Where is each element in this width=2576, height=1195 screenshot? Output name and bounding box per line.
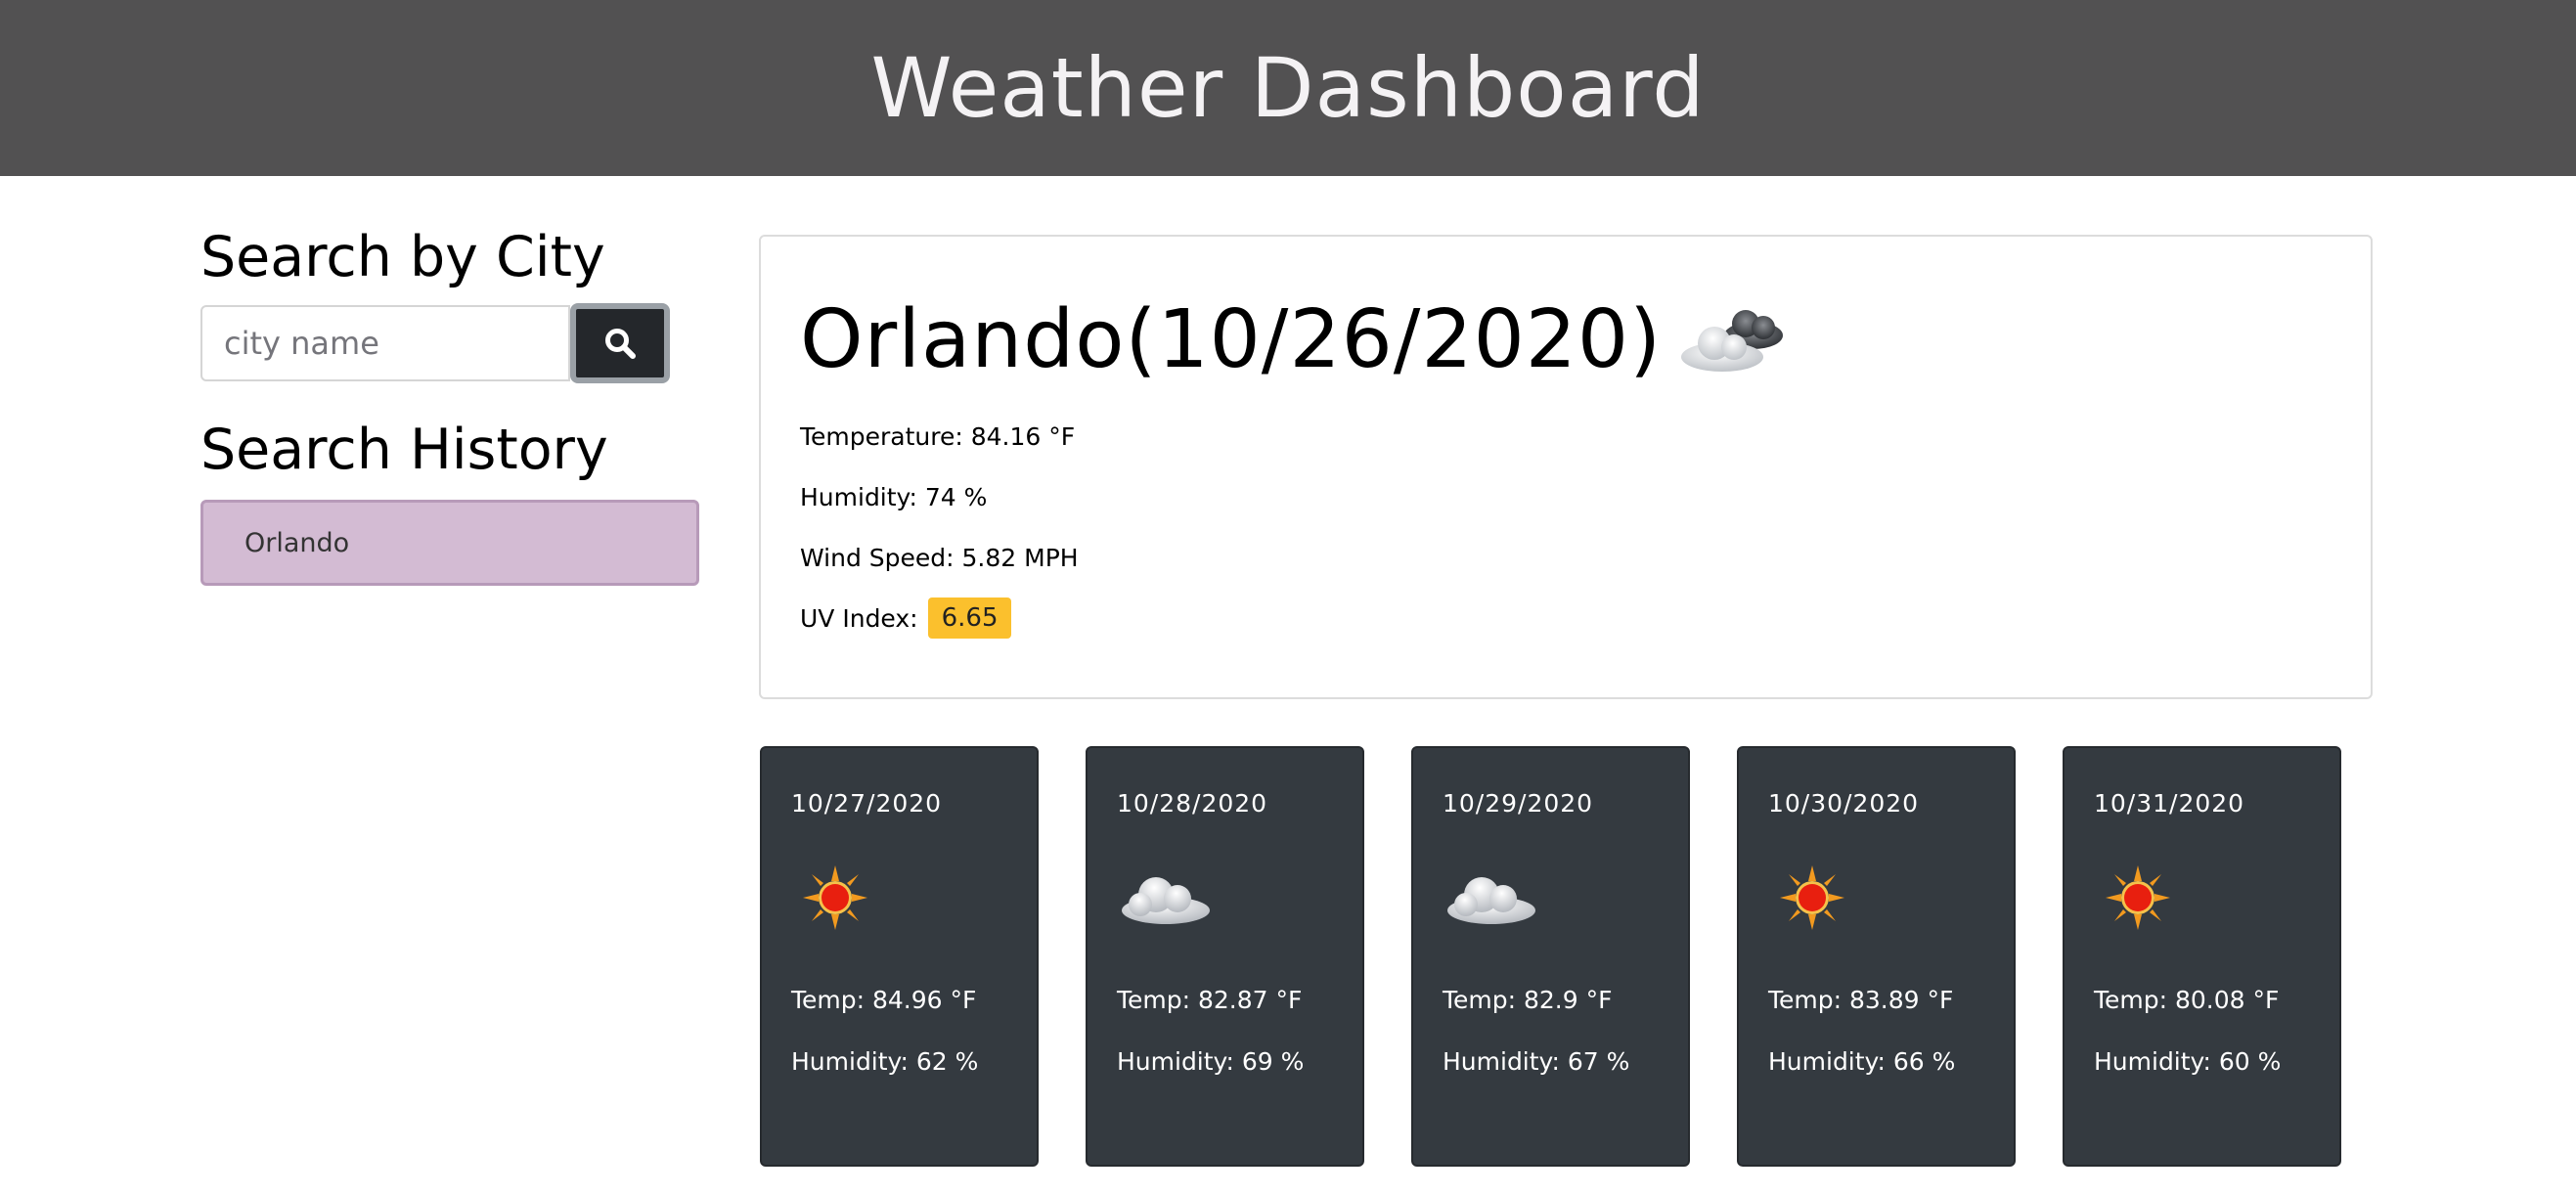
current-title-row: Orlando(10/26/2020) xyxy=(800,286,2371,393)
search-button[interactable] xyxy=(570,303,670,383)
forecast-date: 10/28/2020 xyxy=(1117,789,1268,818)
forecast-temp: Temp: 80.08 °F xyxy=(2094,986,2280,1014)
forecast-humidity: Humidity: 66 % xyxy=(1768,1047,1956,1076)
current-wind-speed: Wind Speed: 5.82 MPH xyxy=(800,543,1079,572)
forecast-humidity: Humidity: 69 % xyxy=(1117,1047,1305,1076)
forecast-temp: Temp: 84.96 °F xyxy=(791,986,977,1014)
forecast-card: 10/30/2020 Temp: 83.89 °F Humidity: 66 % xyxy=(1737,746,2016,1167)
history-item-orlando[interactable]: Orlando xyxy=(200,500,699,586)
forecast-date: 10/29/2020 xyxy=(1443,789,1594,818)
forecast-date: 10/31/2020 xyxy=(2094,789,2245,818)
sun-icon xyxy=(1780,865,1844,930)
cloud-icon xyxy=(1447,877,1535,924)
forecast-temp: Temp: 83.89 °F xyxy=(1768,986,1954,1014)
partly-cloudy-icon xyxy=(1675,300,1791,382)
forecast-card: 10/29/2020 Temp: 82.9 °F Humidity: 67 % xyxy=(1411,746,1690,1167)
forecast-card: 10/27/2020 Temp: 84.96 °F Humidity: 62 % xyxy=(760,746,1039,1167)
search-bar xyxy=(200,303,699,383)
current-weather-card: Orlando(10/26/2020) Temperature: 84.16 °… xyxy=(759,235,2373,699)
forecast-date: 10/30/2020 xyxy=(1768,789,1920,818)
search-sidebar: Search by City Search History Orlando xyxy=(200,230,699,586)
forecast-card: 10/31/2020 Temp: 80.08 °F Humidity: 60 % xyxy=(2063,746,2341,1167)
page-title: Weather Dashboard xyxy=(870,40,1706,136)
forecast-humidity: Humidity: 60 % xyxy=(2094,1047,2282,1076)
current-temperature: Temperature: 84.16 °F xyxy=(800,421,1076,451)
search-history-title: Search History xyxy=(200,418,608,482)
current-uv-row: UV Index: 6.65 xyxy=(800,598,2371,639)
search-icon xyxy=(605,329,636,359)
forecast-temp: Temp: 82.9 °F xyxy=(1443,986,1613,1014)
sun-icon xyxy=(803,865,867,930)
uv-label: UV Index: xyxy=(800,603,918,633)
search-title: Search by City xyxy=(200,225,605,289)
forecast-humidity: Humidity: 67 % xyxy=(1443,1047,1630,1076)
forecast-date: 10/27/2020 xyxy=(791,789,943,818)
current-humidity: Humidity: 74 % xyxy=(800,482,988,511)
current-city-title: Orlando(10/26/2020) xyxy=(800,292,1663,386)
uv-badge: 6.65 xyxy=(927,598,1012,639)
cloud-icon xyxy=(1122,877,1210,924)
forecast-humidity: Humidity: 62 % xyxy=(791,1047,979,1076)
forecast-temp: Temp: 82.87 °F xyxy=(1117,986,1303,1014)
app-header: Weather Dashboard xyxy=(0,0,2576,176)
sun-icon xyxy=(2106,865,2170,930)
forecast-card: 10/28/2020 Temp: 82.87 °F Humidity: 69 % xyxy=(1086,746,1364,1167)
city-search-input[interactable] xyxy=(200,305,570,381)
